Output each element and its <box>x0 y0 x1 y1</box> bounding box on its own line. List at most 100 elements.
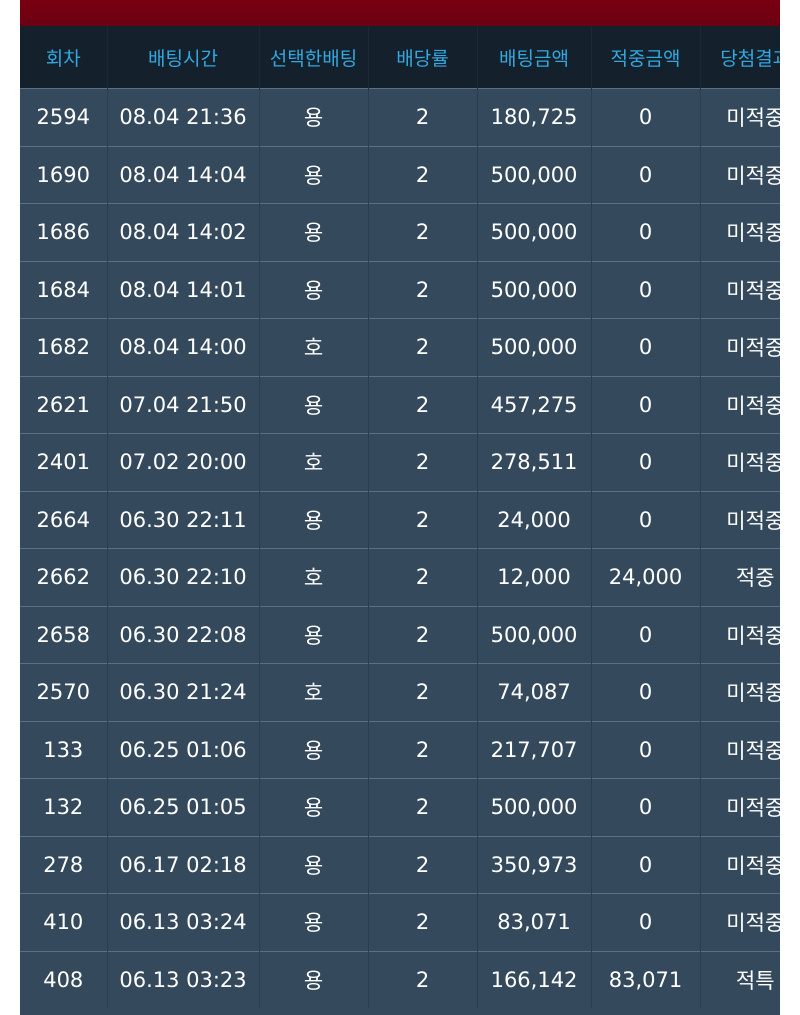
odds-cell: 2 <box>367 260 477 319</box>
round-cell: 2662 <box>20 548 107 606</box>
round-cell: 1686 <box>20 203 107 261</box>
odds-cell: 2 <box>367 548 477 606</box>
table-row[interactable]: 1686 08.04 14:02 용 2 500,000 0 미적중 <box>20 203 780 261</box>
table-row[interactable]: 2658 06.30 22:08 용 2 500,000 0 미적중 <box>20 605 780 664</box>
bet-choice-cell: 용 <box>258 145 368 204</box>
bet-choice-cell: 용 <box>258 260 368 319</box>
bet-choice-cell: 호 <box>258 318 368 376</box>
column-header-bet-amount[interactable]: 배팅금액 <box>476 26 591 89</box>
odds-cell: 2 <box>367 145 477 204</box>
win-amount-cell: 0 <box>590 490 700 549</box>
bet-time-cell: 06.13 03:23 <box>106 950 259 1008</box>
bet-choice-cell: 용 <box>258 203 368 261</box>
result-cell: 적중 <box>699 548 780 606</box>
odds-cell: 2 <box>367 318 477 376</box>
bet-time-cell: 06.17 02:18 <box>106 835 259 894</box>
odds-cell: 2 <box>367 490 477 549</box>
result-cell: 미적중 <box>699 375 780 434</box>
table-row[interactable]: 2662 06.30 22:10 호 2 12,000 24,000 적중 <box>20 548 780 606</box>
bet-amount-cell: 83,071 <box>476 893 591 951</box>
table-row[interactable]: 278 06.17 02:18 용 2 350,973 0 미적중 <box>20 835 780 894</box>
bet-time-cell: 08.04 14:00 <box>106 318 259 376</box>
bet-amount-cell: 12,000 <box>476 548 591 606</box>
bet-amount-cell: 500,000 <box>476 145 591 204</box>
bet-time-cell: 08.04 14:04 <box>106 145 259 204</box>
bet-amount-cell: 24,000 <box>476 490 591 549</box>
table-row[interactable]: 408 06.13 03:23 용 2 166,142 83,071 적특 <box>20 950 780 1008</box>
bet-amount-cell: 500,000 <box>476 203 591 261</box>
column-header-odds[interactable]: 배당률 <box>367 26 477 89</box>
odds-cell: 2 <box>367 663 477 721</box>
win-amount-cell: 0 <box>590 778 700 836</box>
bet-choice-cell: 용 <box>258 88 368 146</box>
table-row[interactable]: 2594 08.04 21:36 용 2 180,725 0 미적중 <box>20 88 780 146</box>
win-amount-cell: 0 <box>590 605 700 664</box>
table-row[interactable]: 2621 07.04 21:50 용 2 457,275 0 미적중 <box>20 375 780 434</box>
table-row[interactable]: 2570 06.30 21:24 호 2 74,087 0 미적중 <box>20 663 780 721</box>
column-header-win-amount[interactable]: 적중금액 <box>590 26 700 89</box>
win-amount-cell: 0 <box>590 260 700 319</box>
round-cell: 133 <box>20 720 107 779</box>
bet-time-cell: 07.02 20:00 <box>106 433 259 491</box>
win-amount-cell: 0 <box>590 145 700 204</box>
bet-choice-cell: 호 <box>258 548 368 606</box>
result-cell: 미적중 <box>699 605 780 664</box>
bet-time-cell: 08.04 14:02 <box>106 203 259 261</box>
bet-amount-cell: 278,511 <box>476 433 591 491</box>
column-header-bet-time[interactable]: 배팅시간 <box>106 26 259 89</box>
round-cell: 2401 <box>20 433 107 491</box>
bet-amount-cell: 500,000 <box>476 318 591 376</box>
table-row[interactable]: 2401 07.02 20:00 호 2 278,511 0 미적중 <box>20 433 780 491</box>
table-row[interactable]: 2664 06.30 22:11 용 2 24,000 0 미적중 <box>20 490 780 549</box>
round-cell: 2658 <box>20 605 107 664</box>
odds-cell: 2 <box>367 375 477 434</box>
bet-amount-cell: 180,725 <box>476 88 591 146</box>
bet-choice-cell: 용 <box>258 950 368 1008</box>
bet-choice-cell: 용 <box>258 835 368 894</box>
bet-choice-cell: 호 <box>258 433 368 491</box>
win-amount-cell: 0 <box>590 720 700 779</box>
table-row[interactable]: 1682 08.04 14:00 호 2 500,000 0 미적중 <box>20 318 780 376</box>
odds-cell: 2 <box>367 88 477 146</box>
bet-amount-cell: 500,000 <box>476 778 591 836</box>
round-cell: 132 <box>20 778 107 836</box>
result-cell: 미적중 <box>699 318 780 376</box>
bet-amount-cell: 500,000 <box>476 260 591 319</box>
result-cell: 미적중 <box>699 835 780 894</box>
result-cell: 미적중 <box>699 88 780 146</box>
result-cell: 미적중 <box>699 490 780 549</box>
result-cell: 미적중 <box>699 893 780 951</box>
bet-amount-cell: 457,275 <box>476 375 591 434</box>
table-row[interactable]: 410 06.13 03:24 용 2 83,071 0 미적중 <box>20 893 780 951</box>
win-amount-cell: 0 <box>590 375 700 434</box>
bet-time-cell: 08.04 14:01 <box>106 260 259 319</box>
bet-time-cell: 06.30 21:24 <box>106 663 259 721</box>
table-row[interactable]: 133 06.25 01:06 용 2 217,707 0 미적중 <box>20 720 780 779</box>
bet-amount-cell: 217,707 <box>476 720 591 779</box>
bet-choice-cell: 용 <box>258 375 368 434</box>
win-amount-cell: 0 <box>590 835 700 894</box>
table-row[interactable]: 1684 08.04 14:01 용 2 500,000 0 미적중 <box>20 260 780 319</box>
win-amount-cell: 0 <box>590 893 700 951</box>
bet-time-cell: 06.30 22:08 <box>106 605 259 664</box>
result-cell: 미적중 <box>699 720 780 779</box>
column-header-bet-choice[interactable]: 선택한배팅 <box>258 26 368 89</box>
bet-time-cell: 08.04 21:36 <box>106 88 259 146</box>
bet-amount-cell: 166,142 <box>476 950 591 1008</box>
odds-cell: 2 <box>367 433 477 491</box>
round-cell: 278 <box>20 835 107 894</box>
betting-history-table: 회차 배팅시간 선택한배팅 배당률 배팅금액 적중금액 당첨결과 259408.… <box>20 26 780 1008</box>
bet-amount-cell: 350,973 <box>476 835 591 894</box>
round-cell: 2621 <box>20 375 107 434</box>
odds-cell: 2 <box>367 950 477 1008</box>
odds-cell: 2 <box>367 893 477 951</box>
column-header-result[interactable]: 당첨결과 <box>699 26 780 89</box>
odds-cell: 2 <box>367 778 477 836</box>
table-row[interactable]: 1690 08.04 14:04 용 2 500,000 0 미적중 <box>20 145 780 204</box>
table-row[interactable]: 132 06.25 01:05 용 2 500,000 0 미적중 <box>20 778 780 836</box>
odds-cell: 2 <box>367 835 477 894</box>
result-cell: 미적중 <box>699 663 780 721</box>
bet-amount-cell: 74,087 <box>476 663 591 721</box>
column-header-round[interactable]: 회차 <box>20 26 107 89</box>
bet-time-cell: 06.30 22:10 <box>106 548 259 606</box>
